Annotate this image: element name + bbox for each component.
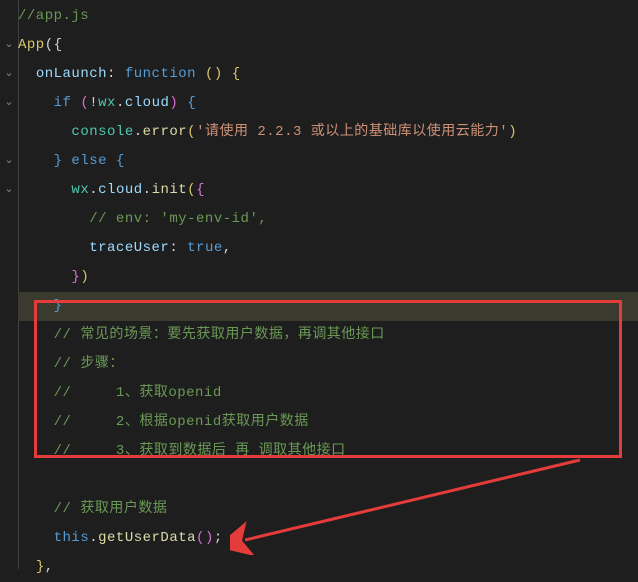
- code-line: this.getUserData();: [18, 524, 638, 553]
- code-line: onLaunch: function () {: [18, 60, 638, 89]
- code-line: // env: 'my-env-id',: [18, 205, 638, 234]
- code-line: console.error('请使用 2.2.3 或以上的基础库以使用云能力'): [18, 118, 638, 147]
- code-line: },: [18, 553, 638, 582]
- code-line: // 1、获取openid: [18, 379, 638, 408]
- code-line: [18, 466, 638, 495]
- fold-marker[interactable]: ⌄: [0, 147, 18, 176]
- code-line: traceUser: true,: [18, 234, 638, 263]
- code-line: wx.cloud.init({: [18, 176, 638, 205]
- fold-marker[interactable]: ⌄: [0, 89, 18, 118]
- code-line: //app.js: [18, 2, 638, 31]
- fold-marker[interactable]: ⌄: [0, 176, 18, 205]
- code-line: if (!wx.cloud) {: [18, 89, 638, 118]
- code-line: App({: [18, 31, 638, 60]
- fold-marker[interactable]: ⌄: [0, 60, 18, 89]
- code-line: } else {: [18, 147, 638, 176]
- fold-marker[interactable]: ⌄: [0, 31, 18, 60]
- fold-marker: [0, 2, 18, 31]
- code-line: // 2、根据openid获取用户数据: [18, 408, 638, 437]
- code-line: // 获取用户数据: [18, 495, 638, 524]
- gutter: ⌄ ⌄ ⌄ ⌄ ⌄: [0, 0, 18, 569]
- code-line: // 常见的场景：要先获取用户数据，再调其他接口: [18, 321, 638, 350]
- code-line: // 3、获取到数据后 再 调取其他接口: [18, 437, 638, 466]
- code-line: }): [18, 263, 638, 292]
- fold-marker: [0, 118, 18, 147]
- code-line: }: [18, 292, 638, 321]
- code-editor[interactable]: ⌄ ⌄ ⌄ ⌄ ⌄ //app.js App({ onLaunch: funct…: [0, 0, 638, 569]
- code-line: // 步骤：: [18, 350, 638, 379]
- code-area[interactable]: //app.js App({ onLaunch: function () { i…: [18, 0, 638, 569]
